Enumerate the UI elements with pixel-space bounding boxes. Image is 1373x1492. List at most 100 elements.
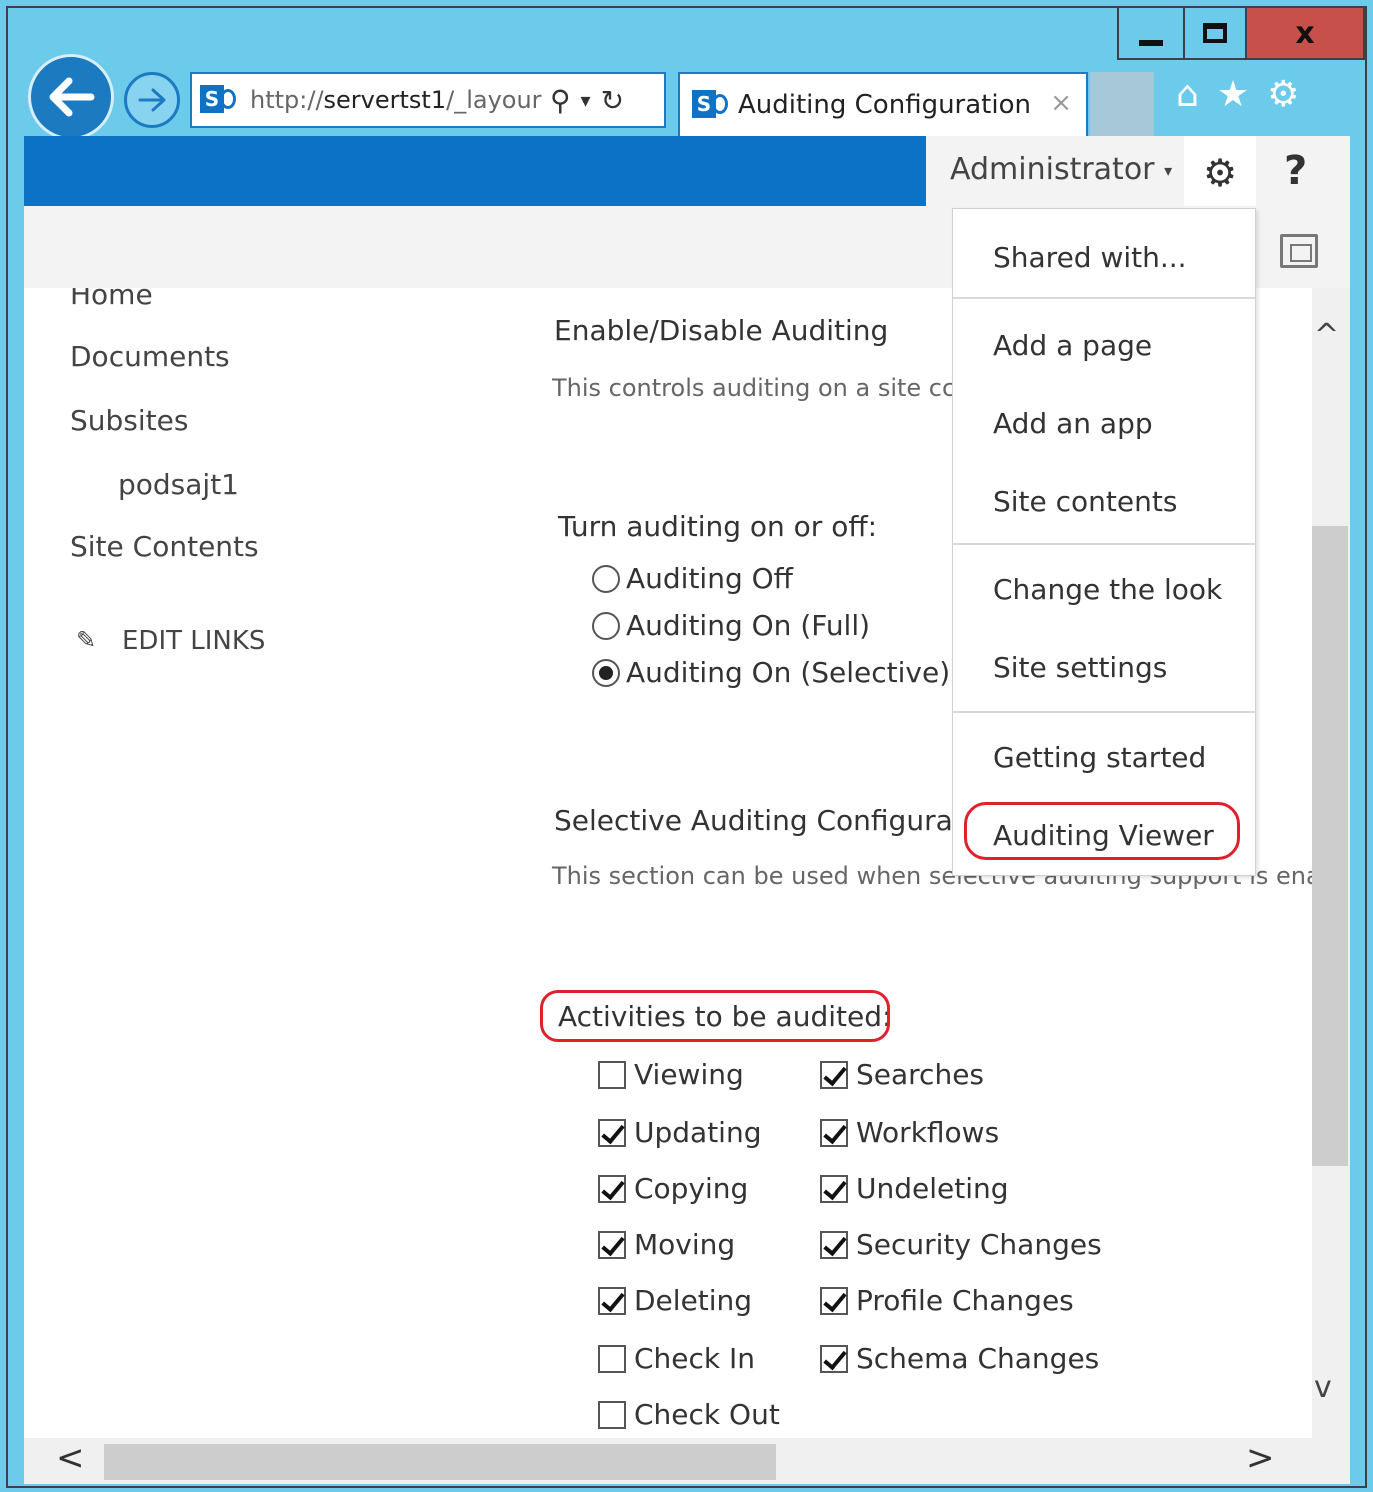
menu-item-shared-with[interactable]: Shared with...: [993, 241, 1187, 274]
checkbox-viewing[interactable]: Viewing: [598, 1058, 744, 1091]
new-tab-button[interactable]: [1090, 72, 1154, 136]
nav-item-podsajt1[interactable]: podsajt1: [118, 468, 239, 501]
radio-auditing-off[interactable]: Auditing Off: [592, 562, 793, 595]
radio-auditing-on-full[interactable]: Auditing On (Full): [592, 609, 870, 642]
url-text[interactable]: http://servertst1/_layour: [250, 86, 542, 114]
search-icon[interactable]: ⚲: [550, 84, 571, 117]
arrow-left-icon: [49, 77, 95, 117]
address-bar[interactable]: S http://servertst1/_layour ⚲ ▾ ↻: [190, 72, 666, 128]
checkbox-box[interactable]: [820, 1118, 848, 1147]
gear-icon: ⚙: [1202, 151, 1238, 195]
maximize-icon: [1203, 23, 1227, 43]
checkbox-box[interactable]: [598, 1230, 626, 1259]
checkbox-label: Security Changes: [856, 1228, 1102, 1261]
dropdown-icon[interactable]: ▾: [581, 88, 591, 112]
checkbox-box[interactable]: [820, 1174, 848, 1203]
checkbox-updating[interactable]: Updating: [598, 1116, 761, 1149]
checkbox-box[interactable]: [820, 1286, 848, 1315]
user-menu[interactable]: Administrator ▾: [950, 152, 1172, 187]
tools-gear-icon[interactable]: ⚙: [1267, 74, 1299, 115]
tab-auditing-configuration[interactable]: S Auditing Configuration ×: [678, 72, 1088, 136]
maximize-button[interactable]: [1183, 8, 1247, 60]
vertical-scroll-thumb[interactable]: [1312, 526, 1348, 1166]
nav-item-documents[interactable]: Documents: [70, 340, 230, 373]
minimize-button[interactable]: [1117, 8, 1185, 60]
help-icon[interactable]: ?: [1284, 148, 1307, 194]
checkbox-box[interactable]: [598, 1174, 626, 1203]
chevron-down-icon: ▾: [1164, 161, 1173, 180]
checkbox-box[interactable]: [820, 1230, 848, 1259]
horizontal-scroll-thumb[interactable]: [104, 1444, 776, 1480]
checkbox-label: Undeleting: [856, 1172, 1009, 1205]
menu-item-add-page[interactable]: Add a page: [993, 329, 1152, 362]
edit-links-link[interactable]: EDIT LINKS: [122, 626, 265, 656]
checkbox-label: Viewing: [634, 1058, 744, 1091]
refresh-icon[interactable]: ↻: [601, 84, 624, 117]
checkbox-undeleting[interactable]: Undeleting: [820, 1172, 1009, 1205]
checkbox-label: Profile Changes: [856, 1284, 1074, 1317]
checkbox-check-in[interactable]: Check In: [598, 1342, 755, 1375]
section-title-selective-auditing: Selective Auditing Configuratic: [554, 804, 954, 837]
scroll-left-icon[interactable]: <: [56, 1438, 85, 1478]
pencil-icon: ✎: [76, 626, 97, 654]
scroll-up-icon[interactable]: ^: [1314, 318, 1339, 353]
checkbox-workflows[interactable]: Workflows: [820, 1116, 999, 1149]
checkbox-box[interactable]: [598, 1286, 626, 1315]
settings-gear-button[interactable]: ⚙: [1184, 136, 1256, 210]
checkbox-security-changes[interactable]: Security Changes: [820, 1228, 1102, 1261]
checkbox-label: Copying: [634, 1172, 749, 1205]
checkbox-box[interactable]: [820, 1344, 848, 1373]
checkbox-label: Check In: [634, 1342, 756, 1375]
scroll-down-icon[interactable]: v: [1314, 1370, 1332, 1405]
menu-divider: [953, 543, 1255, 545]
menu-item-change-look[interactable]: Change the look: [993, 573, 1222, 606]
checkbox-box[interactable]: [598, 1400, 626, 1429]
checkbox-profile-changes[interactable]: Profile Changes: [820, 1284, 1074, 1317]
checkbox-copying[interactable]: Copying: [598, 1172, 748, 1205]
checkbox-label: Check Out: [634, 1398, 780, 1431]
checkbox-box[interactable]: [598, 1118, 626, 1147]
menu-item-site-contents[interactable]: Site contents: [993, 485, 1177, 518]
nav-item-home[interactable]: Home: [70, 288, 153, 311]
close-icon: x: [1295, 15, 1315, 51]
checkbox-label: Deleting: [634, 1284, 753, 1317]
scroll-right-icon[interactable]: >: [1246, 1438, 1275, 1478]
checkbox-schema-changes[interactable]: Schema Changes: [820, 1342, 1099, 1375]
checkbox-box[interactable]: [820, 1060, 848, 1089]
checkbox-label: Searches: [856, 1058, 985, 1091]
toggle-label: Turn auditing on or off:: [558, 510, 878, 543]
checkbox-searches[interactable]: Searches: [820, 1058, 984, 1091]
home-icon[interactable]: ⌂: [1176, 74, 1199, 115]
checkbox-check-out[interactable]: Check Out: [598, 1398, 780, 1431]
back-button[interactable]: [28, 54, 114, 140]
checkbox-label: Updating: [634, 1116, 762, 1149]
checkbox-box[interactable]: [598, 1344, 626, 1373]
menu-item-add-app[interactable]: Add an app: [993, 407, 1153, 440]
sharepoint-favicon-icon: S: [692, 88, 728, 122]
settings-menu: Shared with... Add a page Add an app Sit…: [952, 208, 1256, 876]
minimize-icon: [1139, 40, 1163, 46]
nav-item-subsites[interactable]: Subsites: [70, 404, 188, 437]
favorites-star-icon[interactable]: ★: [1217, 74, 1249, 115]
menu-item-auditing-viewer[interactable]: Auditing Viewer: [993, 819, 1214, 852]
suite-bar: [24, 136, 926, 206]
menu-item-site-settings[interactable]: Site settings: [993, 651, 1167, 684]
checkbox-label: Schema Changes: [856, 1342, 1100, 1375]
close-window-button[interactable]: x: [1245, 8, 1365, 60]
menu-divider: [953, 297, 1255, 299]
checkbox-box[interactable]: [598, 1060, 626, 1089]
checkbox-label: Moving: [634, 1228, 736, 1261]
nav-item-site-contents[interactable]: Site Contents: [70, 530, 259, 563]
section-title-enable-auditing: Enable/Disable Auditing: [554, 314, 889, 347]
checkbox-deleting[interactable]: Deleting: [598, 1284, 752, 1317]
activities-label: Activities to be audited:: [558, 1000, 892, 1033]
menu-divider: [953, 711, 1255, 713]
checkbox-moving[interactable]: Moving: [598, 1228, 735, 1261]
checkbox-label: Workflows: [856, 1116, 1000, 1149]
menu-item-getting-started[interactable]: Getting started: [993, 741, 1206, 774]
radio-auditing-on-selective[interactable]: Auditing On (Selective): [592, 656, 950, 689]
tab-close-icon[interactable]: ×: [1050, 88, 1072, 118]
sharepoint-favicon-icon: S: [200, 83, 236, 117]
focus-on-content-icon[interactable]: [1280, 234, 1318, 268]
forward-button[interactable]: [124, 72, 180, 128]
